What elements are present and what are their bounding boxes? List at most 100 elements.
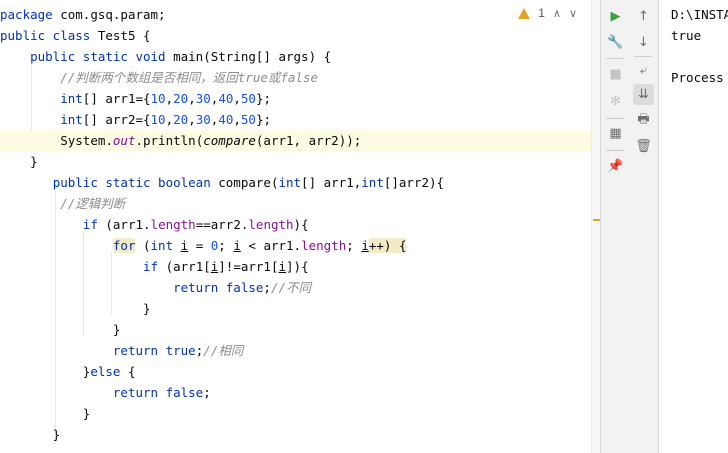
code-text: }	[0, 322, 121, 337]
scroll-to-end-icon[interactable]: ⇊	[633, 84, 654, 105]
keyword-highlighted: for	[112, 238, 136, 253]
keyword: int	[150, 238, 174, 253]
trash-icon[interactable]: 🗑	[633, 136, 654, 157]
static-field: out	[112, 133, 136, 148]
keyword: return false	[173, 280, 264, 295]
number: 40	[218, 112, 234, 127]
code-line-5: int[] arr1={10,20,30,40,50};	[0, 88, 271, 109]
code-line-7-current: System.out.println(compare(arr1, arr2));	[0, 130, 591, 151]
soft-wrap-icon[interactable]: ⤶	[633, 60, 654, 81]
code-line-14: return false;//不同	[0, 277, 311, 298]
field: length	[150, 217, 196, 232]
number: 40	[218, 91, 234, 106]
loop-variable: i	[361, 238, 369, 253]
code-text: System.	[60, 133, 113, 148]
comment: //判断两个数组是否相同，返回true或false	[60, 70, 319, 85]
warning-count: 1	[538, 6, 545, 20]
keyword: public	[0, 28, 46, 43]
code-line-17: return true;//相同	[0, 340, 243, 361]
number: 20	[173, 112, 189, 127]
toolbar-separator	[606, 150, 624, 151]
code-text: };	[255, 112, 272, 127]
print-icon[interactable]: 🖶	[633, 110, 654, 131]
stop-icon[interactable]: ■	[605, 64, 626, 85]
wrench-icon[interactable]: 🔧	[605, 32, 626, 53]
code-text: ;	[263, 280, 271, 295]
code-line-13: if (arr1[i]!=arr1[i]){	[0, 256, 309, 277]
code-editor[interactable]: package com.gsq.param; public class Test…	[0, 0, 591, 453]
keyword: int	[60, 91, 83, 106]
loop-variable: i	[233, 238, 241, 253]
code-text: }	[0, 406, 91, 421]
pin-icon[interactable]: 📌	[605, 156, 626, 177]
code-line-18: }else {	[0, 361, 136, 382]
toolbar-separator	[634, 56, 652, 57]
number: 50	[240, 112, 256, 127]
code-text: []arr2){	[383, 175, 445, 190]
warning-icon	[518, 7, 531, 19]
keyword: class	[45, 28, 91, 43]
code-line-6: int[] arr2={10,20,30,40,50};	[0, 109, 271, 130]
code-text: ;	[203, 385, 211, 400]
code-line-10: //逻辑判断	[0, 193, 125, 214]
run-console[interactable]: D:\INSTA true Process	[659, 0, 728, 453]
keyword: if	[143, 259, 159, 274]
debug-icon[interactable]: ✻	[605, 91, 626, 112]
code-text: ;	[346, 238, 362, 253]
code-text: (arr1.	[97, 217, 151, 232]
code-text: (	[135, 238, 151, 253]
code-line-8: }	[0, 151, 38, 172]
code-line-9: public static boolean compare(int[] arr1…	[0, 172, 444, 193]
code-line-11: if (arr1.length==arr2.length){	[0, 214, 309, 235]
code-text: com.gsq.param;	[52, 7, 166, 22]
code-text: {	[120, 364, 136, 379]
code-line-3: public static void main(String[] args) {	[0, 46, 331, 67]
code-text: ,	[165, 91, 174, 106]
console-line: D:\INSTA	[671, 7, 728, 22]
code-text: ,	[165, 112, 174, 127]
run-toolbar-right: ↑ ↓ ⤶ ⇊ 🖶 🗑	[629, 0, 659, 453]
toolbar-separator	[606, 58, 624, 59]
loop-variable: i	[278, 259, 287, 274]
code-line-15: }	[0, 298, 151, 319]
keyword: else	[90, 364, 121, 379]
previous-highlight-button[interactable]: ∧	[553, 7, 561, 20]
method-call: compare	[203, 133, 256, 148]
code-line-20: }	[0, 403, 91, 424]
code-line-16: }	[0, 319, 121, 340]
down-arrow-icon[interactable]: ↓	[633, 32, 654, 53]
code-text: ;	[218, 238, 234, 253]
comment: //不同	[270, 280, 311, 295]
layout-icon[interactable]: ▦	[605, 123, 626, 144]
code-text: ,	[188, 91, 196, 106]
inspection-widget[interactable]: 1 ∧ ∨	[518, 6, 577, 20]
code-line-4: //判断两个数组是否相同，返回true或false	[0, 67, 318, 88]
number: 10	[150, 91, 166, 106]
code-text: [] arr2={	[82, 112, 151, 127]
keyword: package	[0, 7, 53, 22]
code-text: ,	[233, 112, 241, 127]
toolbar-separator	[606, 118, 624, 119]
code-line-12: for (int i = 0; i < arr1.length; i++) {	[0, 235, 407, 256]
comment: //相同	[203, 343, 244, 358]
up-arrow-icon[interactable]: ↑	[633, 6, 654, 27]
next-highlight-button[interactable]: ∨	[569, 7, 577, 20]
code-text-highlighted: ++) {	[368, 238, 407, 253]
code-line-21: }	[0, 424, 61, 445]
number: 10	[150, 112, 166, 127]
code-line-19: return false;	[0, 382, 211, 403]
rerun-icon[interactable]: ▶	[605, 6, 626, 27]
code-text: [] arr1,	[301, 175, 362, 190]
